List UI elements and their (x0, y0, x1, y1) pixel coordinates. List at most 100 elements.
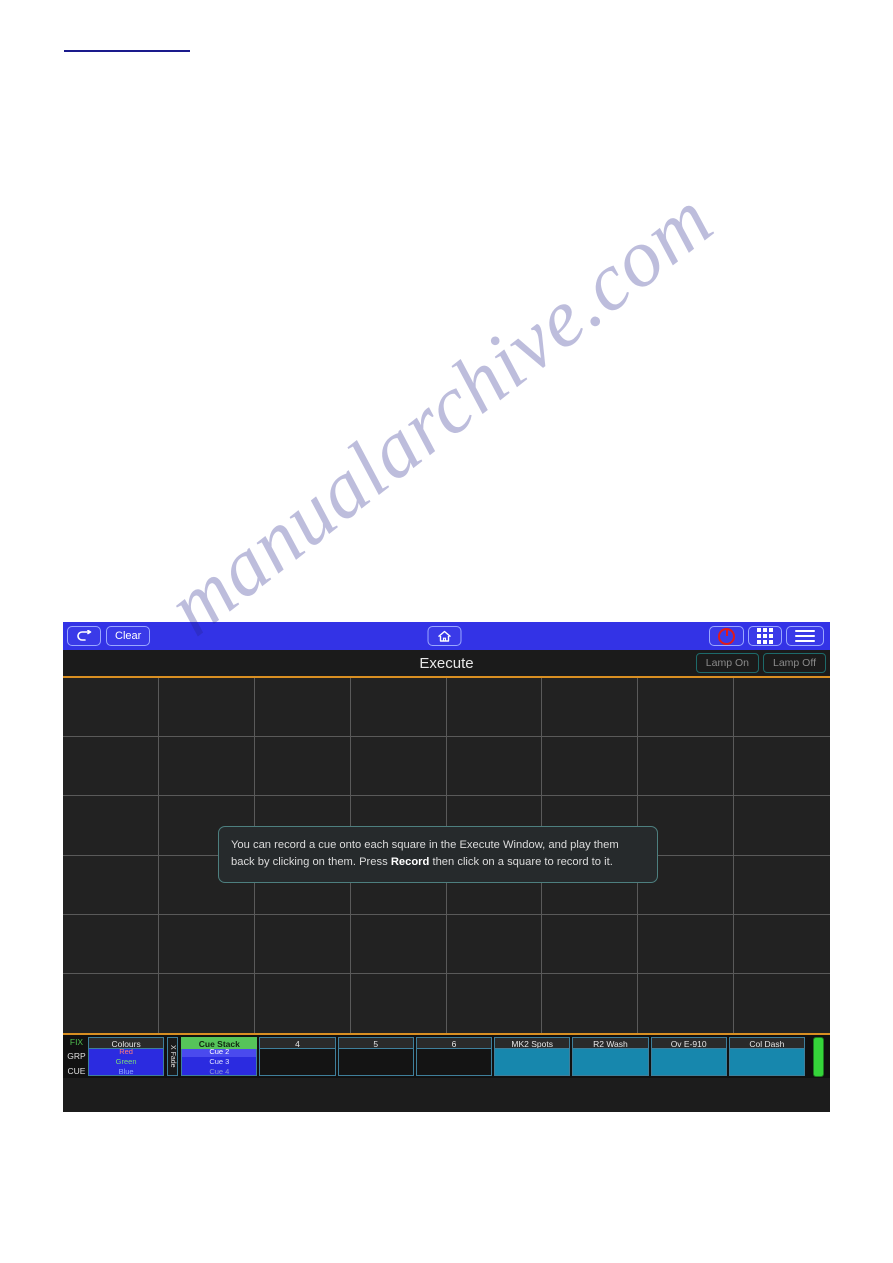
playback-body[interactable] (415, 1049, 493, 1076)
home-button[interactable] (427, 626, 461, 646)
execute-window-grid: You can record a cue onto each square in… (63, 678, 830, 1033)
execute-cell[interactable] (734, 855, 830, 915)
execute-cell[interactable] (158, 678, 255, 738)
page-top-link[interactable] (64, 36, 190, 52)
execute-cell[interactable] (734, 737, 830, 797)
back-arrow-icon (76, 630, 92, 642)
playback-body[interactable] (728, 1049, 805, 1076)
cue-list-item[interactable]: Cue 4 (182, 1067, 256, 1075)
back-button[interactable] (67, 626, 101, 646)
playback-header[interactable]: Ov E-910 (650, 1037, 727, 1049)
execute-cell[interactable] (446, 678, 543, 738)
grid-apps-icon (757, 628, 773, 644)
playback-bottom-bar: FIX GRP CUE Colours Red Green Blue X Fade Cue S… (63, 1033, 830, 1078)
toolbar-center-group (427, 626, 466, 646)
execute-cell[interactable] (254, 737, 351, 797)
playback-body[interactable] (650, 1049, 727, 1076)
playback-fader: Col Dash (728, 1037, 805, 1076)
execute-cell[interactable] (734, 914, 830, 974)
execute-cell[interactable] (734, 796, 830, 856)
playback-fader: MK2 Spots (494, 1037, 571, 1076)
execute-cell[interactable] (734, 973, 830, 1033)
playback-content-item: Red (119, 1049, 133, 1057)
watermark-text: manualarchive.com (150, 172, 730, 653)
playback-fader: Cue Stack Cue 2 Cue 3 Cue 4 (181, 1037, 258, 1076)
app-toolbar: Clear (63, 622, 830, 650)
execute-cell[interactable] (350, 737, 447, 797)
execute-cell[interactable] (158, 973, 255, 1033)
execute-cell[interactable] (63, 855, 159, 915)
toolbar-right-group (709, 626, 826, 646)
playback-header[interactable]: Colours (88, 1037, 165, 1049)
playback-header[interactable]: Col Dash (728, 1037, 805, 1049)
side-label-grp[interactable]: GRP (65, 1052, 88, 1061)
lamp-button-group: Lamp On Lamp Off (695, 653, 830, 673)
playback-body[interactable] (259, 1049, 336, 1076)
playback-header[interactable]: MK2 Spots (494, 1037, 571, 1049)
hamburger-menu-icon (795, 630, 815, 642)
execute-cell[interactable] (63, 796, 159, 856)
execute-cell[interactable] (350, 973, 447, 1033)
execute-cell[interactable] (638, 737, 735, 797)
tooltip-bold-word: Record (390, 856, 430, 869)
cue-list-item[interactable]: Cue 2 (182, 1049, 257, 1058)
playback-header[interactable]: 6 (415, 1037, 493, 1049)
execute-cell[interactable] (446, 737, 543, 797)
side-label-fix[interactable]: FIX (65, 1038, 88, 1047)
execute-cell[interactable] (446, 914, 543, 974)
playback-body[interactable] (494, 1049, 571, 1076)
playback-strip: Colours Red Green Blue X Fade Cue Stack Cue 2C… (88, 1037, 805, 1076)
power-button[interactable] (709, 626, 744, 646)
x-fade-strip[interactable]: X Fade (167, 1037, 179, 1076)
apps-grid-button[interactable] (748, 626, 782, 646)
execute-cell[interactable] (254, 914, 351, 974)
playback-body[interactable] (337, 1049, 414, 1076)
playback-body[interactable]: Cue 2 Cue 3 Cue 4 (181, 1049, 258, 1076)
execute-cell[interactable] (638, 973, 735, 1033)
playback-fader: 5 (337, 1037, 414, 1076)
tooltip-text-part2: then click on a square to record to it. (429, 856, 613, 869)
playback-content-list: Red Green Blue (89, 1049, 163, 1075)
execute-cell[interactable] (638, 678, 735, 738)
execute-cell[interactable] (63, 914, 159, 974)
execute-cell[interactable] (638, 914, 735, 974)
playback-body[interactable] (572, 1049, 649, 1076)
playback-body[interactable]: Red Green Blue (88, 1049, 165, 1076)
execute-cell[interactable] (158, 737, 255, 797)
lamp-on-button[interactable]: Lamp On (695, 653, 759, 673)
cue-list: Cue 2 Cue 3 Cue 4 (182, 1049, 257, 1075)
execute-cell[interactable] (734, 678, 830, 738)
execute-cell[interactable] (542, 737, 639, 797)
execute-cell[interactable] (446, 973, 543, 1033)
execute-cell[interactable] (350, 914, 447, 974)
master-fader-area (808, 1036, 828, 1077)
toolbar-left-group: Clear (67, 626, 155, 646)
side-label-cue[interactable]: CUE (65, 1066, 88, 1076)
playback-header[interactable]: Cue Stack (181, 1037, 258, 1049)
lamp-off-button[interactable]: Lamp Off (763, 653, 826, 673)
playback-content-item: Green (115, 1057, 137, 1067)
menu-button[interactable] (786, 626, 824, 646)
playback-header[interactable]: 5 (337, 1037, 414, 1049)
execute-cell[interactable] (542, 914, 639, 974)
execute-cell[interactable] (542, 973, 639, 1033)
execute-cell[interactable] (63, 973, 159, 1033)
playback-fader: 6 (415, 1037, 493, 1076)
clear-button[interactable]: Clear (106, 626, 151, 646)
window-title-bar: Execute Lamp On Lamp Off (63, 650, 830, 678)
playback-fader: Colours Red Green Blue (88, 1037, 165, 1076)
execute-cell[interactable] (254, 973, 351, 1033)
playback-fader: R2 Wash (572, 1037, 649, 1076)
execute-cell[interactable] (63, 678, 159, 738)
grand-master-fader[interactable] (812, 1036, 824, 1077)
execute-cell[interactable] (158, 914, 255, 974)
cue-list-item[interactable]: Cue 3 (182, 1057, 256, 1067)
execute-cell[interactable] (542, 678, 639, 738)
playback-header[interactable]: 4 (259, 1037, 336, 1049)
execute-cell[interactable] (254, 678, 351, 738)
page-title: Execute (419, 654, 474, 672)
execute-cell[interactable] (350, 678, 447, 738)
playback-header[interactable]: R2 Wash (572, 1037, 649, 1049)
device-screenshot: Clear Execute Lamp On Lamp Off You can r… (63, 622, 830, 1112)
execute-cell[interactable] (63, 737, 159, 797)
